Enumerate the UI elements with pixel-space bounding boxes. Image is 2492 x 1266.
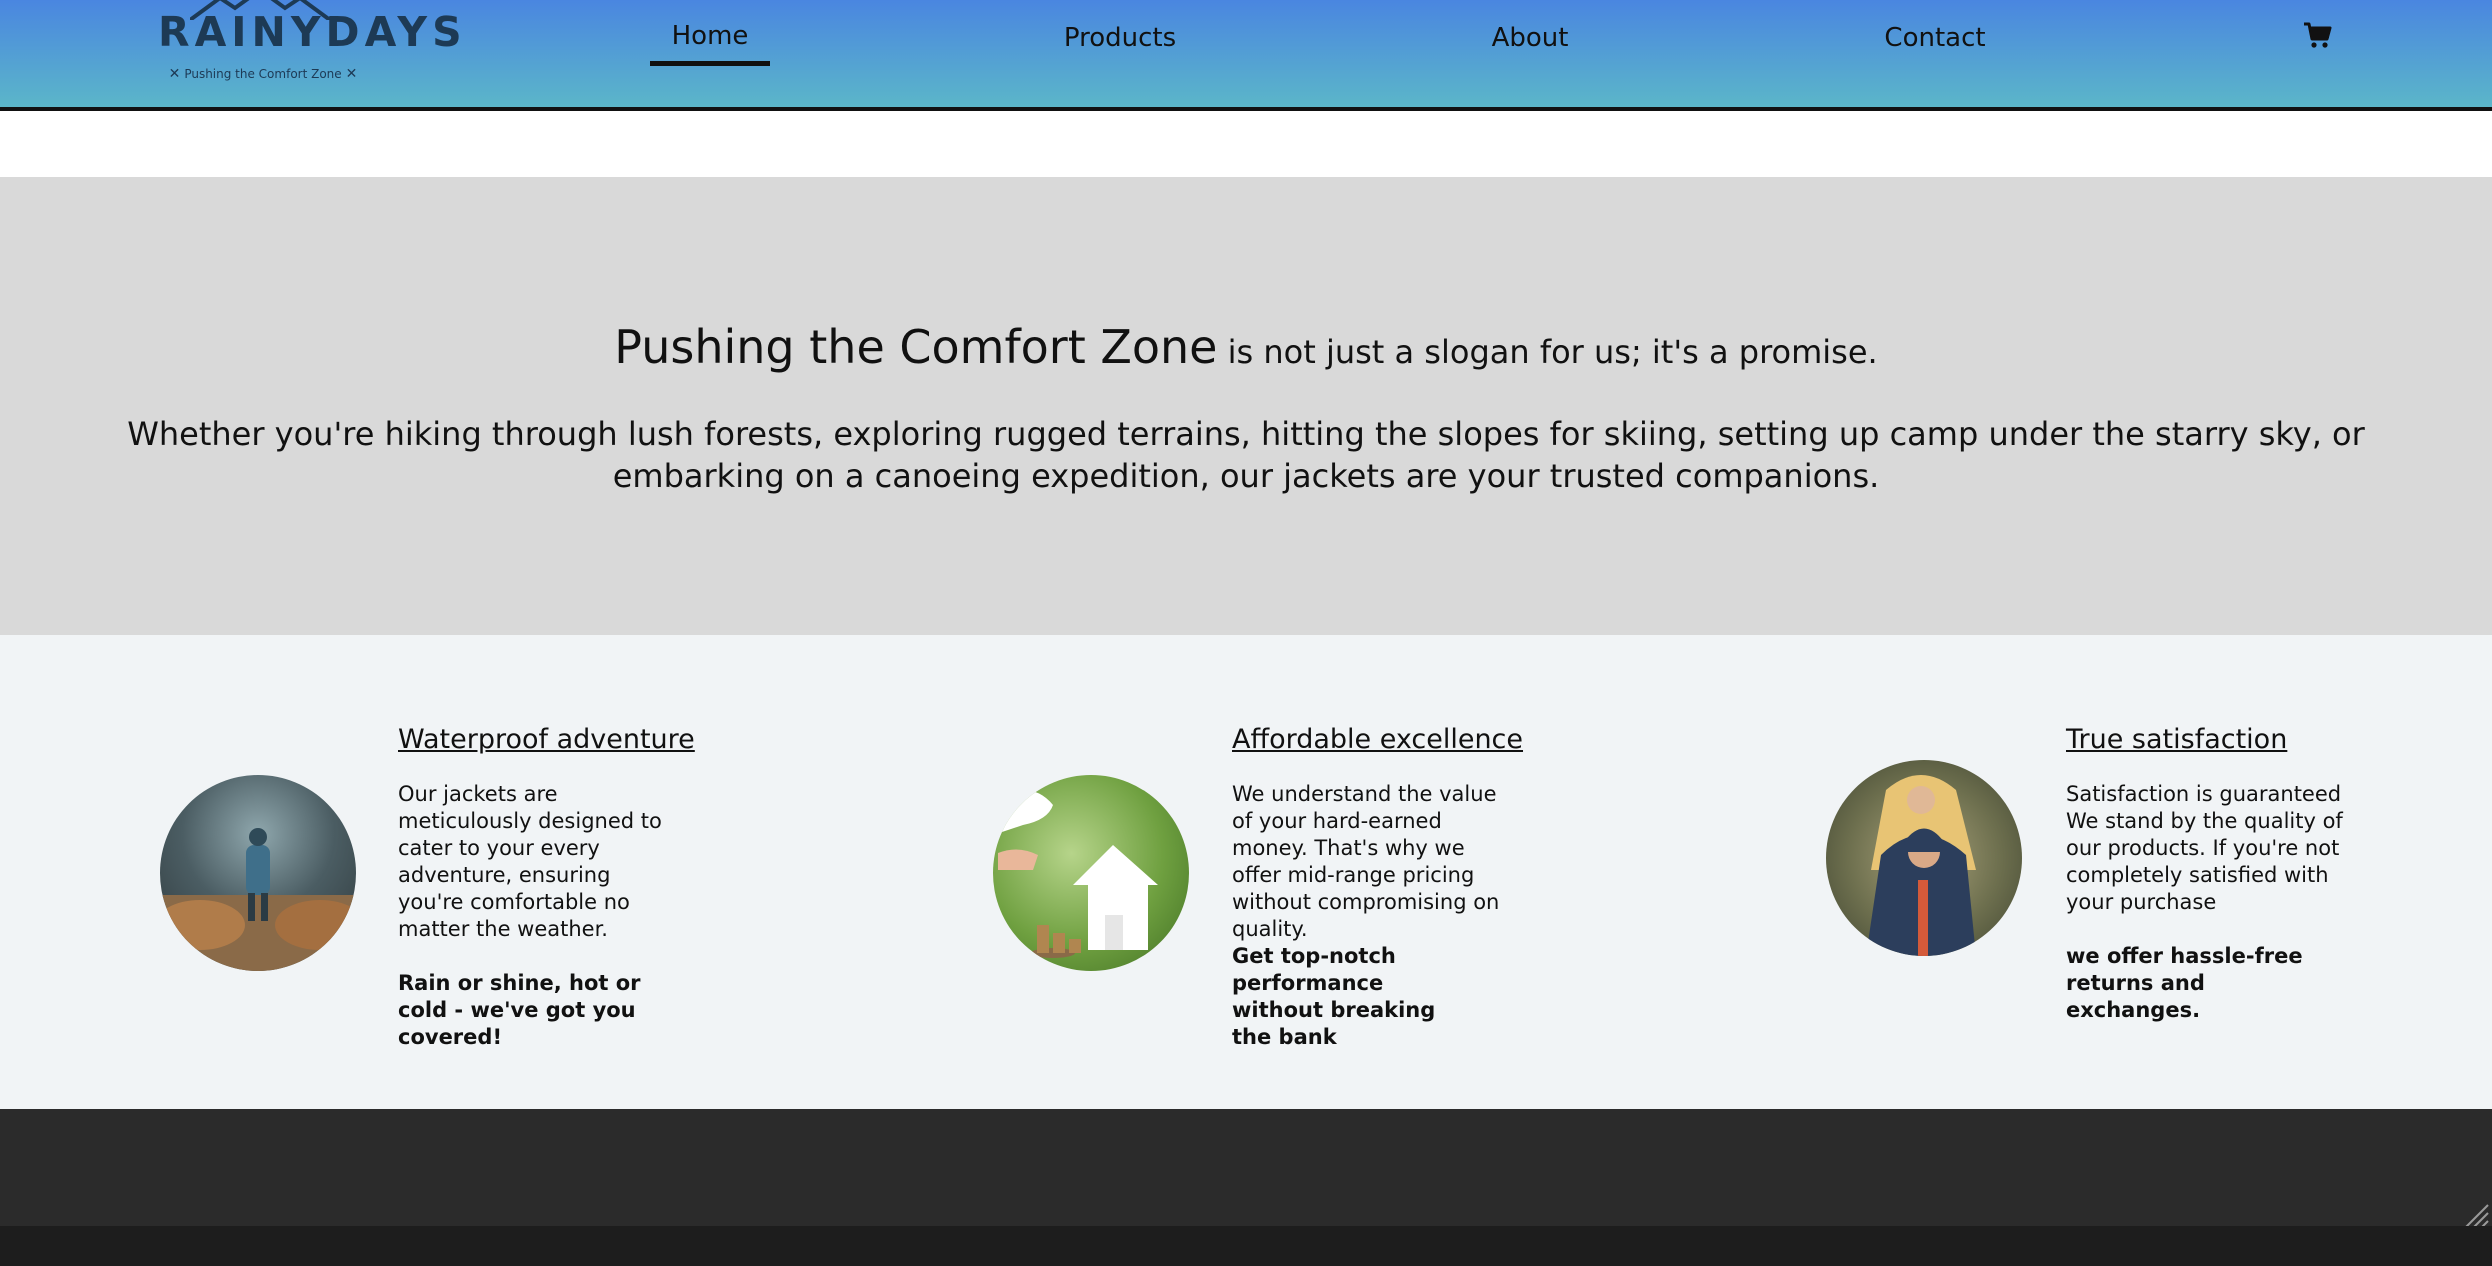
hero-headline-rest: is not just a slogan for us; it's a prom… (1217, 333, 1878, 371)
couple-illustration (1866, 775, 1976, 956)
footer-bottom-bar (0, 1226, 2492, 1266)
hero-description: Whether you're hiking through lush fores… (127, 415, 2365, 495)
cross-mark-icon: ✕ (168, 66, 181, 82)
happy-couple-image (1826, 760, 2022, 956)
logo-tagline-text: Pushing the Comfort Zone (184, 67, 342, 81)
feature-highlight: we offer hassle-free returns and exchang… (2066, 944, 2303, 1022)
hero-headline: Pushing the Comfort Zone is not just a s… (0, 320, 2492, 374)
feature-title: True satisfaction (2066, 724, 2288, 755)
house-coins-illustration (993, 789, 1158, 958)
logo-tagline: ✕ Pushing the Comfort Zone ✕ (158, 66, 368, 82)
hiker-illustration (160, 828, 356, 971)
feature-body: Our jackets are meticulously designed to… (398, 782, 662, 941)
nav-products[interactable]: Products (1040, 18, 1200, 58)
feature-title: Waterproof adventure (398, 724, 695, 755)
nav-active-underline (650, 61, 770, 66)
cross-mark-icon: ✕ (345, 66, 358, 82)
feature-body: We understand the value of your hard-ear… (1232, 782, 1500, 941)
logo-wordmark: RAINYDAYS (158, 8, 467, 56)
resize-handle-icon[interactable] (2462, 1201, 2490, 1229)
shopping-cart-icon[interactable] (2302, 20, 2332, 50)
site-footer (0, 1109, 2492, 1266)
hiker-forest-image (160, 775, 356, 971)
house-coins-image (993, 775, 1189, 971)
feature-title: Affordable excellence (1232, 724, 1524, 755)
feature-highlight: Rain or shine, hot or cold - we've got y… (398, 971, 641, 1049)
hero-highlight: Pushing the Comfort Zone (614, 320, 1218, 374)
nav-about[interactable]: About (1470, 18, 1590, 58)
features-section: Waterproof adventure Our jackets are met… (0, 635, 2492, 1109)
feature-body: Satisfaction is guaranteed We stand by t… (2066, 782, 2343, 914)
rainydays-logo[interactable]: RAINYDAYS ✕ Pushing the Comfort Zone ✕ (150, 0, 467, 100)
nav-home[interactable]: Home (650, 16, 770, 56)
site-header: RAINYDAYS ✕ Pushing the Comfort Zone ✕ Hom… (0, 0, 2492, 111)
nav-contact[interactable]: Contact (1860, 18, 2010, 58)
hero-section: Pushing the Comfort Zone is not just a s… (0, 177, 2492, 635)
feature-highlight: Get top-notch performance without breaki… (1232, 944, 1436, 1049)
